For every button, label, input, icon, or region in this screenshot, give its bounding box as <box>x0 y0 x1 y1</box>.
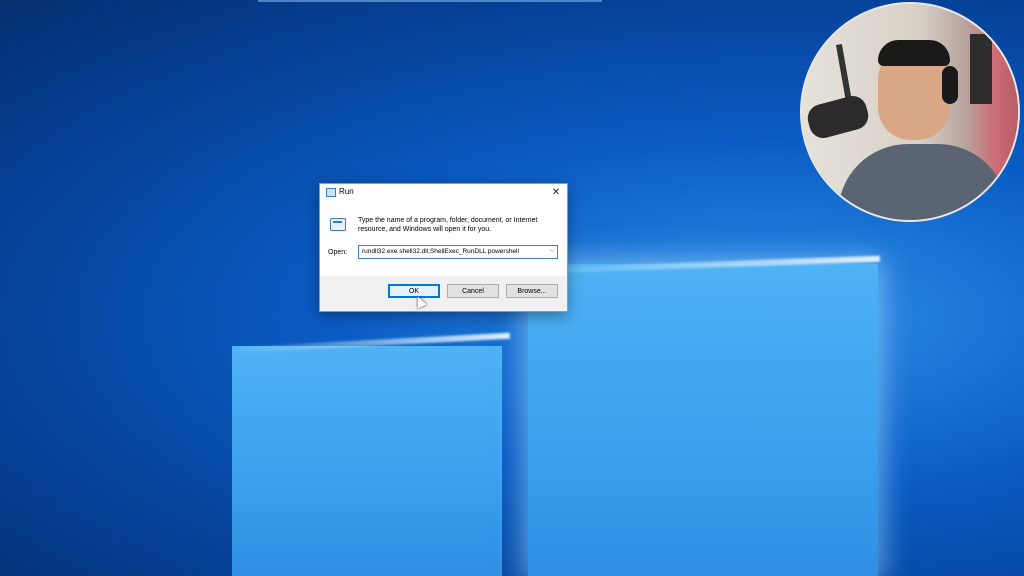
open-field[interactable]: rundll32.exe shell32.dll,ShellExec_RunDL… <box>358 245 558 259</box>
headphones <box>942 66 958 104</box>
close-icon: ✕ <box>551 187 561 198</box>
button-bar: OK Cancel Browse... <box>320 276 567 311</box>
dialog-title: Run <box>339 187 354 196</box>
ok-button[interactable]: OK <box>388 284 440 298</box>
webcam-overlay <box>800 2 1020 222</box>
close-button[interactable]: ✕ <box>545 184 567 202</box>
open-field-value: rundll32.exe shell32.dll,ShellExec_RunDL… <box>362 248 519 255</box>
dialog-description: Type the name of a program, folder, docu… <box>358 217 538 233</box>
dialog-titlebar[interactable]: Run ✕ <box>320 184 567 202</box>
windows-logo-pane-right <box>528 264 878 576</box>
top-strip <box>258 0 602 2</box>
run-dialog: Run ✕ Type the name of a program, folder… <box>319 183 568 312</box>
browse-button[interactable]: Browse... <box>506 284 558 298</box>
windows-logo-pane-left <box>232 346 502 576</box>
run-app-icon <box>326 188 336 197</box>
run-dialog-icon <box>330 218 346 231</box>
person-hair <box>878 40 950 66</box>
studio-equipment <box>970 34 992 104</box>
open-label: Open: <box>328 249 348 256</box>
chevron-down-icon[interactable]: ⌵ <box>550 247 555 255</box>
cancel-button[interactable]: Cancel <box>447 284 499 298</box>
